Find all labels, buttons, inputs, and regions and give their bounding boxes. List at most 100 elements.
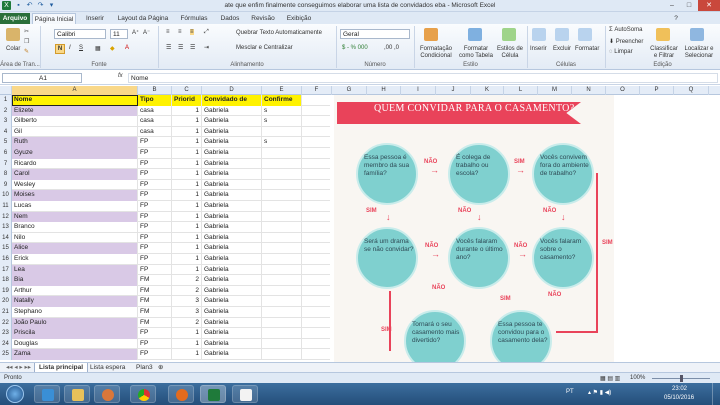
name-cell[interactable]: Nilo	[12, 232, 138, 244]
help-icon[interactable]: ?	[670, 13, 682, 24]
row-header[interactable]: 15	[0, 243, 12, 254]
column-header-cell[interactable]: Priorid	[172, 95, 202, 106]
copy-icon[interactable]: ❐	[24, 38, 29, 45]
invited-by-cell[interactable]: Gabriela	[202, 285, 262, 297]
priority-cell[interactable]: 1	[172, 148, 202, 159]
name-cell[interactable]: Priscila	[12, 328, 138, 339]
invited-by-cell[interactable]: Gabriela	[202, 190, 262, 201]
invited-by-cell[interactable]: Gabriela	[202, 222, 262, 233]
close-button[interactable]: ✕	[698, 0, 720, 11]
confirmed-cell[interactable]	[262, 285, 302, 297]
font-name-select[interactable]: Calibri	[54, 29, 106, 39]
chevron-down-icon[interactable]: ▾	[47, 1, 56, 10]
confirmed-cell[interactable]	[262, 264, 302, 276]
type-cell[interactable]: FP	[138, 222, 172, 233]
name-cell[interactable]: Lucas	[12, 201, 138, 212]
show-desktop-button[interactable]	[712, 383, 720, 405]
type-cell[interactable]: FP	[138, 349, 172, 360]
excel-icon[interactable]: X	[2, 1, 11, 10]
currency-icon[interactable]: $ - % 000	[342, 45, 368, 51]
invited-by-cell[interactable]: Gabriela	[202, 317, 262, 329]
sort-filter-icon[interactable]	[656, 28, 670, 41]
priority-cell[interactable]: 1	[172, 232, 202, 244]
invited-by-cell[interactable]: Gabriela	[202, 232, 262, 244]
invited-by-cell[interactable]: Gabriela	[202, 211, 262, 223]
taskbar-explorer[interactable]	[64, 385, 90, 403]
priority-cell[interactable]: 1	[172, 222, 202, 233]
name-cell[interactable]: Gilberto	[12, 116, 138, 127]
confirmed-cell[interactable]	[262, 317, 302, 329]
name-cell[interactable]: Gil	[12, 126, 138, 138]
type-cell[interactable]: FP	[138, 211, 172, 223]
delete-cells-icon[interactable]	[555, 28, 569, 41]
row-header[interactable]: 14	[0, 232, 12, 244]
tab-home[interactable]: Página Inicial	[32, 13, 76, 24]
delete-cells-button[interactable]: Excluir	[553, 46, 571, 52]
name-cell[interactable]: Elizete	[12, 105, 138, 117]
column-header-cell[interactable]: Confirme	[262, 95, 302, 106]
select-all-corner[interactable]	[0, 86, 12, 95]
decimal-icon[interactable]: ,00 ,0	[384, 45, 399, 51]
confirmed-cell[interactable]	[262, 201, 302, 212]
type-cell[interactable]: FP	[138, 328, 172, 339]
start-button[interactable]	[6, 385, 24, 403]
confirmed-cell[interactable]: s	[262, 105, 302, 117]
confirmed-cell[interactable]	[262, 222, 302, 233]
name-cell[interactable]: João Paulo	[12, 317, 138, 329]
priority-cell[interactable]: 2	[172, 275, 202, 286]
align-middle-icon[interactable]: ≡	[178, 29, 182, 35]
type-cell[interactable]: casa	[138, 105, 172, 117]
priority-cell[interactable]: 1	[172, 254, 202, 265]
invited-by-cell[interactable]: Gabriela	[202, 338, 262, 350]
name-cell[interactable]: Lea	[12, 264, 138, 276]
column-header-i[interactable]: I	[401, 86, 436, 95]
confirmed-cell[interactable]: s	[262, 137, 302, 148]
grow-font-icon[interactable]: A⁺	[132, 29, 139, 36]
confirmed-cell[interactable]	[262, 190, 302, 201]
invited-by-cell[interactable]: Gabriela	[202, 307, 262, 318]
invited-by-cell[interactable]: Gabriela	[202, 254, 262, 265]
wrap-text-button[interactable]: Quebrar Texto Automaticamente	[236, 30, 322, 36]
invited-by-cell[interactable]: Gabriela	[202, 148, 262, 159]
sort-filter-button[interactable]: Classificar e Filtrar	[648, 46, 680, 60]
tab-data[interactable]: Dados	[216, 13, 244, 24]
type-cell[interactable]: FM	[138, 275, 172, 286]
column-header-g[interactable]: G	[332, 86, 367, 95]
column-header-e[interactable]: E	[262, 86, 302, 95]
column-header-l[interactable]: L	[504, 86, 538, 95]
confirmed-cell[interactable]	[262, 211, 302, 223]
row-header[interactable]: 19	[0, 285, 12, 297]
priority-cell[interactable]: 1	[172, 190, 202, 201]
clock-time[interactable]: 23:02	[672, 386, 687, 392]
column-header-q[interactable]: Q	[674, 86, 709, 95]
confirmed-cell[interactable]	[262, 349, 302, 360]
type-cell[interactable]: FM	[138, 307, 172, 318]
column-header-cell[interactable]: Tipo	[138, 95, 172, 106]
type-cell[interactable]: FP	[138, 254, 172, 265]
zoom-slider-thumb[interactable]	[680, 375, 683, 382]
format-table-icon[interactable]	[468, 28, 482, 41]
bold-button[interactable]: N	[55, 44, 65, 54]
priority-cell[interactable]: 1	[172, 264, 202, 276]
type-cell[interactable]: FP	[138, 169, 172, 180]
row-header[interactable]: 3	[0, 116, 12, 127]
minimize-button[interactable]: –	[664, 0, 680, 11]
borders-icon[interactable]: ▦	[95, 45, 101, 52]
paste-button[interactable]: Colar	[6, 46, 20, 52]
priority-cell[interactable]: 1	[172, 338, 202, 350]
type-cell[interactable]: FP	[138, 201, 172, 212]
priority-cell[interactable]: 1	[172, 105, 202, 117]
tab-file[interactable]: Arquivo	[0, 13, 30, 24]
priority-cell[interactable]: 1	[172, 211, 202, 223]
column-header-cell[interactable]: Convidado de	[202, 95, 262, 106]
orientation-icon[interactable]: ⤢	[204, 29, 209, 36]
fx-icon[interactable]: fx	[118, 73, 123, 79]
indent-icon[interactable]: ⇥	[204, 44, 209, 51]
confirmed-cell[interactable]	[262, 254, 302, 265]
invited-by-cell[interactable]: Gabriela	[202, 296, 262, 307]
confirmed-cell[interactable]	[262, 179, 302, 191]
cut-icon[interactable]: ✂	[24, 28, 29, 35]
row-header[interactable]: 17	[0, 264, 12, 276]
type-cell[interactable]: FM	[138, 296, 172, 307]
row-header[interactable]: 5	[0, 137, 12, 148]
